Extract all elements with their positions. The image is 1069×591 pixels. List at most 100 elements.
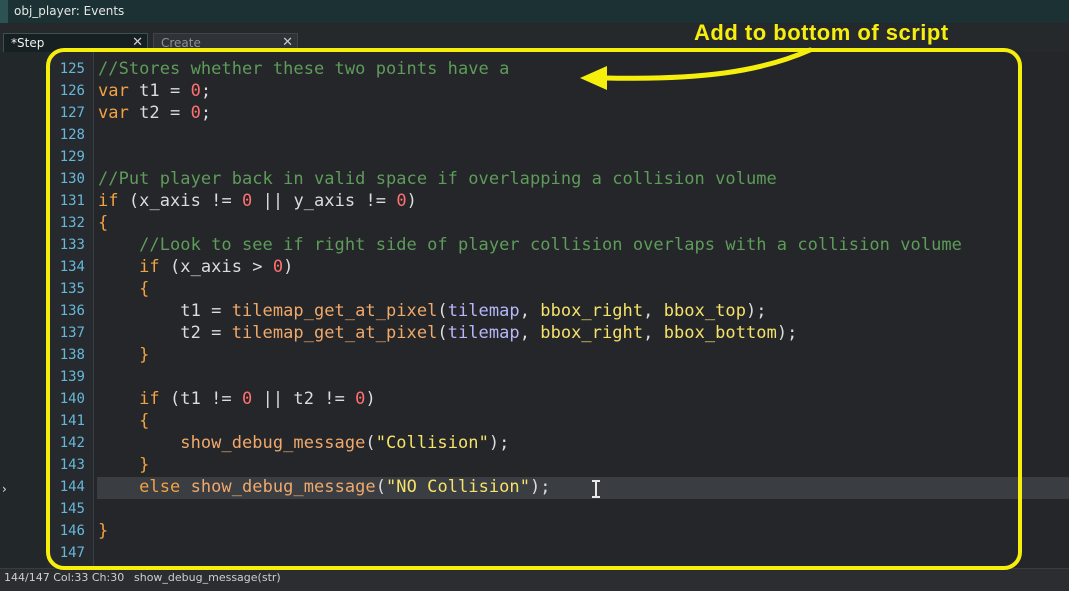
code-line[interactable]: //Look to see if right side of player co… bbox=[98, 235, 962, 255]
code-line[interactable]: t1 = tilemap_get_at_pixel(tilemap, bbox_… bbox=[98, 301, 767, 321]
code-token: if bbox=[139, 389, 160, 409]
function-signature-hint: show_debug_message(str) bbox=[134, 571, 281, 584]
titlebar-grip[interactable] bbox=[0, 0, 8, 23]
code-token: tilemap_get_at_pixel bbox=[231, 323, 438, 343]
text-cursor-icon bbox=[592, 480, 600, 498]
code-token: , bbox=[643, 323, 664, 343]
code-token: t1 = bbox=[98, 301, 232, 321]
code-line[interactable]: var t2 = 0; bbox=[98, 103, 211, 123]
annotation-label: Add to bottom of script bbox=[694, 20, 949, 45]
code-token: ) bbox=[406, 191, 417, 211]
code-token: 0 bbox=[396, 191, 407, 211]
line-number: 126 bbox=[59, 83, 85, 99]
line-number: 130 bbox=[59, 171, 85, 187]
code-token: != bbox=[200, 191, 243, 211]
code-line[interactable]: { bbox=[98, 279, 149, 299]
close-icon[interactable]: ✕ bbox=[132, 35, 143, 50]
code-token: ); bbox=[488, 433, 510, 453]
code-token: } bbox=[139, 455, 150, 475]
line-number: 127 bbox=[59, 105, 85, 121]
line-number: 141 bbox=[59, 413, 85, 429]
code-token: t2 = bbox=[128, 103, 191, 123]
code-line[interactable]: //Put player back in valid space if over… bbox=[98, 169, 777, 189]
code-line[interactable]: } bbox=[98, 455, 149, 475]
code-token: x_axis bbox=[139, 191, 201, 211]
code-token: "NO Collision" bbox=[386, 477, 531, 497]
code-token: , bbox=[519, 323, 541, 343]
code-token: 0 bbox=[190, 81, 201, 101]
code-token: ; bbox=[200, 81, 212, 101]
code-token: bbox_top bbox=[663, 301, 746, 321]
code-token: tilemap bbox=[447, 323, 520, 343]
code-token: 0 bbox=[272, 257, 284, 277]
code-token: { bbox=[98, 213, 109, 233]
code-line[interactable]: { bbox=[98, 411, 149, 431]
window-title: obj_player: Events bbox=[14, 4, 125, 18]
code-token: tilemap bbox=[447, 301, 520, 321]
line-number: 145 bbox=[59, 501, 85, 517]
code-token: if bbox=[98, 191, 119, 211]
line-number: 138 bbox=[59, 347, 85, 363]
code-token: , bbox=[519, 301, 541, 321]
code-token: 0 bbox=[355, 389, 366, 409]
code-token: } bbox=[98, 521, 109, 541]
code-token: { bbox=[139, 279, 150, 299]
code-token: , bbox=[643, 301, 664, 321]
status-bar: 144/147 Col:33 Ch:30 show_debug_message(… bbox=[0, 568, 1069, 591]
line-number: 132 bbox=[59, 215, 85, 231]
editor-left-margin bbox=[0, 52, 47, 568]
line-number: 133 bbox=[59, 237, 85, 253]
code-line[interactable]: else show_debug_message("NO Collision"); bbox=[98, 477, 551, 497]
line-number: 142 bbox=[59, 435, 85, 451]
code-line[interactable]: var t1 = 0; bbox=[98, 81, 211, 101]
line-number: 129 bbox=[59, 149, 85, 165]
code-token: ) bbox=[283, 257, 294, 277]
code-line[interactable]: if (x_axis > 0) bbox=[98, 257, 293, 277]
code-token: ); bbox=[776, 323, 798, 343]
code-token: bbox_bottom bbox=[663, 323, 777, 343]
close-icon[interactable]: ✕ bbox=[282, 35, 293, 50]
code-token: ( bbox=[118, 191, 140, 211]
code-token: (x_axis > bbox=[159, 257, 273, 277]
code-token: t1 = bbox=[128, 81, 191, 101]
line-number: 131 bbox=[59, 193, 85, 209]
code-token: { bbox=[139, 411, 150, 431]
code-token: bbox_right bbox=[540, 323, 644, 343]
code-line[interactable]: if (x_axis != 0 || y_axis != 0) bbox=[98, 191, 417, 211]
code-token: var bbox=[98, 81, 129, 101]
code-line[interactable]: //Stores whether these two points have a bbox=[98, 59, 509, 79]
code-token: ); bbox=[530, 477, 551, 497]
line-number: 128 bbox=[59, 127, 85, 143]
tab-create-label: Create bbox=[161, 36, 201, 50]
cursor-position: 144/147 Col:33 Ch:30 bbox=[4, 571, 125, 584]
line-number: 147 bbox=[59, 545, 85, 561]
code-line[interactable]: } bbox=[98, 521, 108, 541]
code-token: show_debug_message bbox=[190, 477, 376, 497]
code-token: ) bbox=[365, 389, 376, 409]
code-line[interactable]: { bbox=[98, 213, 108, 233]
code-token: ; bbox=[200, 103, 212, 123]
code-line[interactable]: t2 = tilemap_get_at_pixel(tilemap, bbox_… bbox=[98, 323, 797, 343]
line-number: 139 bbox=[59, 369, 85, 385]
code-token: var bbox=[98, 103, 129, 123]
tab-create[interactable]: Create ✕ bbox=[153, 33, 298, 52]
code-line[interactable]: } bbox=[98, 345, 149, 365]
line-number: 140 bbox=[59, 391, 85, 407]
code-line[interactable]: show_debug_message("Collision"); bbox=[98, 433, 509, 453]
code-editor[interactable]: 125 126 127 128 129 130 131 132 133 134 135 136 137 1… bbox=[47, 52, 1069, 568]
line-number: 136 bbox=[59, 303, 85, 319]
code-token: 0 bbox=[242, 191, 253, 211]
line-number: 137 bbox=[59, 325, 85, 341]
line-number: 125 bbox=[59, 61, 85, 77]
code-token: //Stores whether these two points have a bbox=[98, 59, 510, 79]
code-line[interactable]: if (t1 != 0 || t2 != 0) bbox=[98, 389, 376, 409]
current-line-arrow-icon: › bbox=[2, 482, 7, 496]
tab-step[interactable]: *Step ✕ bbox=[3, 33, 148, 52]
code-token: else bbox=[139, 477, 181, 497]
code-token: ( bbox=[437, 301, 448, 321]
code-token: || t2 != bbox=[252, 389, 356, 409]
